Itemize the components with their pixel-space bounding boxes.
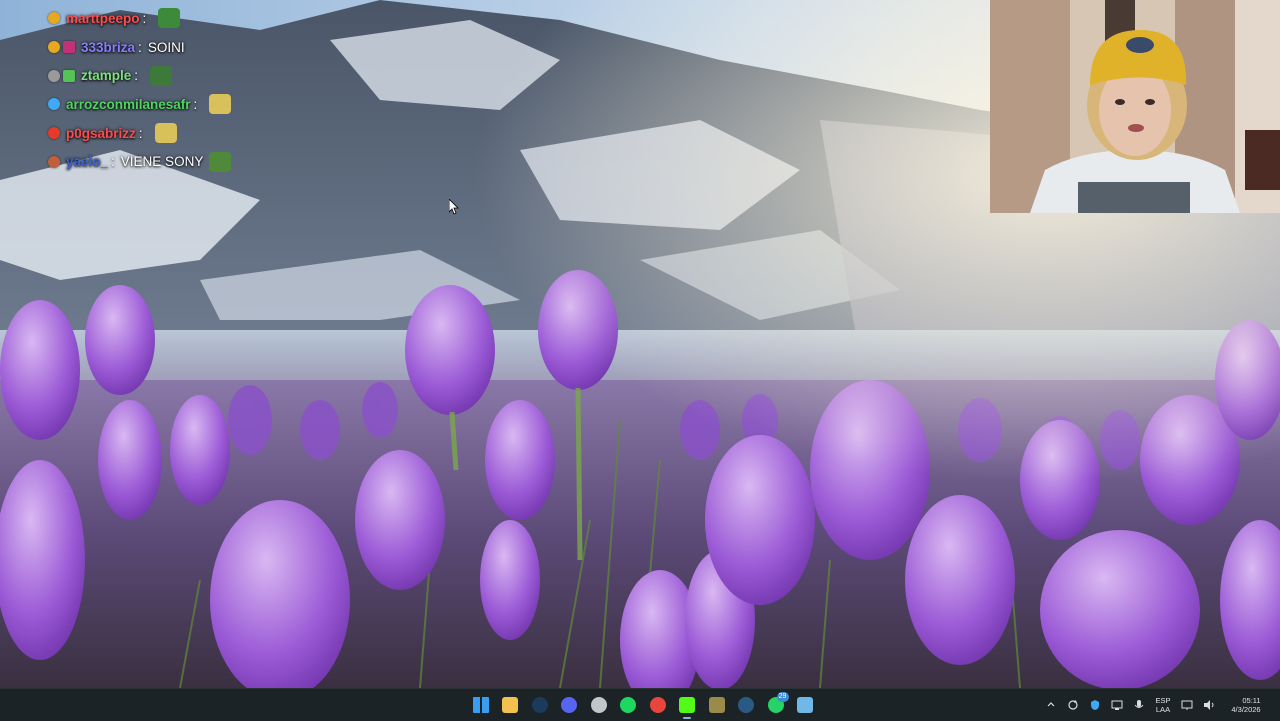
app-icon[interactable]	[584, 689, 614, 721]
start-button-icon	[472, 697, 489, 713]
chat-message: marttpeepo:	[48, 4, 378, 33]
chat-username: 333briza	[81, 39, 136, 55]
kick-icon[interactable]	[673, 689, 703, 721]
game-icon-glyph	[708, 697, 725, 713]
steam-icon-2[interactable]	[732, 689, 762, 721]
system-tray: ESP LAA 05:11 4/3/2026	[1040, 689, 1280, 721]
start-button[interactable]	[466, 689, 496, 721]
file-explorer-icon-glyph	[502, 697, 519, 713]
chrome-icon[interactable]	[643, 689, 673, 721]
chat-username: yaelo_	[66, 154, 109, 170]
taskbar-pinned-apps: 29	[466, 689, 820, 721]
chat-badge-icon	[48, 69, 60, 82]
chat-badge-icon	[63, 41, 75, 54]
spotify-icon-glyph	[620, 697, 637, 713]
game-icon[interactable]	[702, 689, 732, 721]
sync-icon[interactable]	[1062, 689, 1084, 721]
steam-icon-2-icon	[738, 697, 755, 713]
chat-username: ztample	[81, 68, 132, 84]
notepad-icon-glyph	[797, 697, 814, 713]
chat-message: arrozconmilanesafr:	[48, 90, 378, 119]
whatsapp-icon[interactable]: 29	[761, 689, 791, 721]
active-indicator	[683, 717, 692, 719]
chat-badge-icon	[48, 155, 60, 168]
chat-message: yaelo_: VIENE SONY	[48, 147, 378, 176]
steam-icon-glyph	[531, 697, 548, 713]
chat-emote-icon	[209, 94, 232, 115]
spotify-icon[interactable]	[614, 689, 644, 721]
chat-emote-icon	[209, 151, 232, 172]
chat-badge-icon	[63, 69, 75, 82]
chat-badge-icon	[48, 12, 60, 25]
show-hidden-icons-chevron-icon[interactable]	[1040, 689, 1062, 721]
chat-badge-icon	[48, 127, 60, 140]
chat-username: p0gsabrizz	[66, 125, 136, 141]
webcam-overlay	[990, 0, 1280, 213]
chat-emote-icon	[158, 8, 181, 29]
taskbar: 29 ESP LAA 05:11 4/3/2026	[0, 688, 1280, 721]
chat-separator: :	[142, 10, 147, 26]
chat-message: ztample:	[48, 61, 378, 90]
kick-icon-glyph	[679, 697, 696, 713]
clock-date: 4/3/2026	[1231, 705, 1261, 714]
chat-message: 333briza: SOINI	[48, 33, 378, 62]
chrome-icon-glyph	[649, 697, 666, 713]
notepad-icon[interactable]	[791, 689, 821, 721]
notification-badge: 29	[776, 692, 789, 702]
input-language-indicator[interactable]: ESP LAA	[1150, 689, 1176, 721]
chat-message-text: SOINI	[147, 39, 185, 55]
chat-message-text: VIENE SONY	[120, 154, 204, 170]
file-explorer-icon[interactable]	[496, 689, 526, 721]
chat-separator: :	[193, 96, 198, 112]
chat-username: marttpeepo	[66, 10, 140, 26]
steam-icon[interactable]	[525, 689, 555, 721]
mouse-cursor-icon	[449, 199, 459, 215]
chat-emote-icon	[154, 123, 177, 144]
security-shield-icon[interactable]	[1084, 689, 1106, 721]
discord-icon-glyph	[561, 697, 578, 713]
chat-separator: :	[134, 68, 139, 84]
language-line-1: ESP	[1155, 696, 1171, 705]
app-icon-glyph	[590, 697, 607, 713]
clock-time: 05:11	[1242, 696, 1261, 705]
chat-badge-icon	[48, 98, 60, 111]
display-icon[interactable]	[1176, 689, 1198, 721]
language-line-2: LAA	[1155, 705, 1171, 714]
clock[interactable]: 05:11 4/3/2026	[1220, 689, 1280, 721]
chat-username: arrozconmilanesafr	[66, 96, 191, 112]
webcam-image	[990, 0, 1280, 213]
chat-message: p0gsabrizz:	[48, 119, 378, 148]
stream-chat-overlay: marttpeepo:333briza: SOINI ztample: arrozco…	[48, 4, 378, 176]
chat-badge-icon	[48, 41, 60, 54]
volume-icon[interactable]	[1198, 689, 1220, 721]
microphone-icon[interactable]	[1128, 689, 1150, 721]
discord-icon[interactable]	[555, 689, 585, 721]
chat-separator: :	[138, 39, 142, 55]
network-icon[interactable]	[1106, 689, 1128, 721]
chat-separator: :	[138, 125, 143, 141]
chat-emote-icon	[150, 65, 173, 86]
chat-separator: :	[111, 154, 115, 170]
